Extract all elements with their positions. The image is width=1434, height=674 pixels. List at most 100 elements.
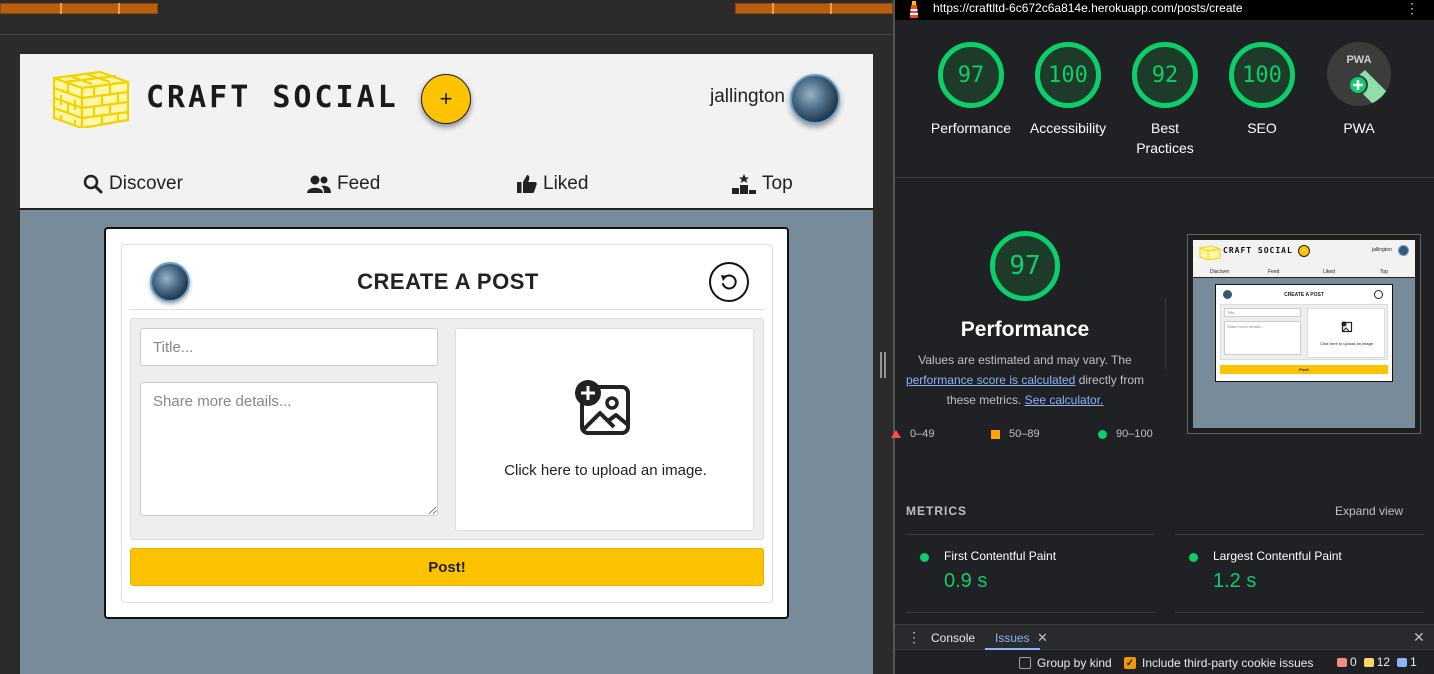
thumbnail-details-input: Share more details... <box>1224 321 1301 355</box>
upload-instructions: Click here to upload an image. <box>504 462 707 479</box>
report-url-bar: https://craftltd-6c672c6a814e.herokuapp.… <box>895 0 1434 20</box>
issue-counts[interactable]: 0 12 1 <box>1337 655 1417 669</box>
rotate-left-icon <box>721 274 737 290</box>
warning-count-value: 12 <box>1376 655 1391 669</box>
legend-pass: 90–100 <box>1098 428 1153 440</box>
divider <box>895 177 1434 178</box>
metric-value: 1.2 s <box>1213 570 1257 592</box>
gauge-seo[interactable]: 100 SEO <box>1217 42 1307 138</box>
responsive-ruler <box>0 0 893 16</box>
nav-label-discover: Discover <box>109 173 183 194</box>
tab-console[interactable]: Console <box>931 631 975 645</box>
app-viewport-pane: CRAFT SOCIAL + jallington Discover Feed … <box>0 0 893 674</box>
square-icon <box>991 429 1000 439</box>
reset-button[interactable] <box>709 262 749 302</box>
thumbnail-nav-top: Top <box>1380 269 1389 275</box>
ruler-tick <box>830 3 832 14</box>
avatar[interactable] <box>790 74 840 124</box>
thumbnail-upload-box: Click here to upload an image. <box>1307 308 1385 358</box>
error-icon <box>1337 657 1347 667</box>
nav-label-liked: Liked <box>543 173 589 194</box>
add-image-icon <box>575 380 630 435</box>
nav-label-top: Top <box>762 173 793 194</box>
divider <box>906 612 1155 613</box>
nav-item-feed[interactable]: Feed <box>307 173 380 195</box>
gauge-label: Performance <box>930 120 1012 136</box>
final-screenshot-thumbnail[interactable]: CRAFT SOCIAL + jallington Discover Feed … <box>1187 234 1421 434</box>
score-value: 97 <box>938 42 1004 108</box>
info-count: 1 <box>1397 655 1417 669</box>
thumbnail-navbar: CRAFT SOCIAL + jallington Discover Feed … <box>1193 240 1415 278</box>
score-value: 100 <box>1035 42 1101 108</box>
divider <box>1165 298 1166 370</box>
lighthouse-panel: https://craftltd-6c672c6a814e.herokuapp.… <box>891 0 1434 674</box>
lighthouse-icon <box>910 1 918 18</box>
thumbnail-nav-discover: Discover <box>1210 269 1230 275</box>
splitter-handle-icon[interactable] <box>879 352 887 378</box>
thumbnail-username: jallington <box>1372 247 1392 253</box>
ruler-segment <box>735 3 893 14</box>
metric-value: 0.9 s <box>944 570 988 592</box>
thumbnail-nav-feed: Feed <box>1268 269 1280 275</box>
add-post-button[interactable]: + <box>421 74 471 124</box>
ruler-tick <box>772 3 774 14</box>
score-calculated-link[interactable]: performance score is calculated <box>906 373 1075 387</box>
thumbnail-nav-liked: Liked <box>1323 269 1335 275</box>
ruler-tick <box>118 3 120 14</box>
nav-label-feed: Feed <box>337 173 381 194</box>
create-post-card: CREATE A POST Title... Share more detail… <box>104 227 789 619</box>
performance-score-gauge: 97 <box>990 231 1060 301</box>
brick-wall-logo-icon[interactable] <box>40 70 132 133</box>
gauge-label: PWA <box>1343 120 1375 136</box>
thumbnail-page: CRAFT SOCIAL + jallington Discover Feed … <box>1193 240 1415 428</box>
legend-average: 50–89 <box>991 428 1040 440</box>
nav-item-top[interactable]: Top <box>732 173 793 195</box>
close-drawer-icon[interactable]: ✕ <box>1413 629 1425 646</box>
expand-view-toggle[interactable]: Expand view <box>1335 504 1403 518</box>
drawer-menu-icon[interactable]: ⋮ <box>907 629 921 646</box>
pass-dot-icon <box>920 553 929 562</box>
report-url[interactable]: https://craftltd-6c672c6a814e.herokuapp.… <box>933 1 1243 15</box>
gauge-best-practices[interactable]: 92 Best Practices <box>1120 42 1210 158</box>
post-submit-button[interactable]: Post! <box>130 548 764 586</box>
pwa-badge-icon: PWA <box>1327 42 1391 106</box>
group-by-kind-checkbox[interactable] <box>1019 657 1031 669</box>
username[interactable]: jallington <box>710 86 785 108</box>
legend-fail: 0–49 <box>891 428 934 440</box>
brand-name[interactable]: CRAFT SOCIAL <box>146 80 399 115</box>
create-post-panel: CREATE A POST Title... Share more detail… <box>121 244 773 603</box>
image-upload-area[interactable]: Click here to upload an image. <box>455 328 754 531</box>
site-navbar: CRAFT SOCIAL + jallington Discover Feed … <box>20 54 873 210</box>
post-form: Click here to upload an image. <box>130 318 764 540</box>
ruler-tick <box>60 3 62 14</box>
see-calculator-link[interactable]: See calculator. <box>1025 393 1104 407</box>
podium-icon <box>732 174 756 194</box>
pass-dot-icon <box>1189 553 1198 562</box>
thumbnail-card-title: CREATE A POST <box>1284 292 1324 298</box>
circle-icon <box>1098 429 1107 439</box>
divider <box>1175 612 1424 613</box>
triangle-icon <box>891 430 901 438</box>
thumbnail-post-button: Post! <box>1220 365 1388 374</box>
divider <box>1175 534 1424 535</box>
thumbnail-brand: CRAFT SOCIAL <box>1223 246 1293 255</box>
gauge-label: Accessibility <box>1029 120 1107 136</box>
score-value: 100 <box>1229 42 1295 108</box>
thumbnail-avatar <box>1398 245 1409 256</box>
performance-description: Values are estimated and may vary. The p… <box>900 350 1150 410</box>
third-party-cookie-checkbox[interactable]: ✓ <box>1124 657 1136 669</box>
gauge-accessibility[interactable]: 100 Accessibility <box>1023 42 1113 138</box>
tab-issues[interactable]: Issues <box>985 625 1040 650</box>
nav-item-discover[interactable]: Discover <box>83 173 183 195</box>
add-image-icon <box>1341 321 1353 333</box>
gauge-pwa[interactable]: PWA PWA <box>1314 42 1404 138</box>
details-textarea[interactable] <box>140 382 438 516</box>
score-value: 92 <box>1132 42 1198 108</box>
gauge-performance[interactable]: 97 Performance <box>926 42 1016 138</box>
thumbnail-form: Title... Share more details... Click her… <box>1220 304 1388 360</box>
close-tab-icon[interactable]: ✕ <box>1037 630 1048 646</box>
nav-item-liked[interactable]: Liked <box>517 173 588 195</box>
title-input[interactable] <box>140 328 438 366</box>
drawer-tab-bar: ⋮ Console Issues ✕ ✕ <box>895 624 1434 650</box>
more-options-icon[interactable]: ⋮ <box>1405 0 1419 17</box>
